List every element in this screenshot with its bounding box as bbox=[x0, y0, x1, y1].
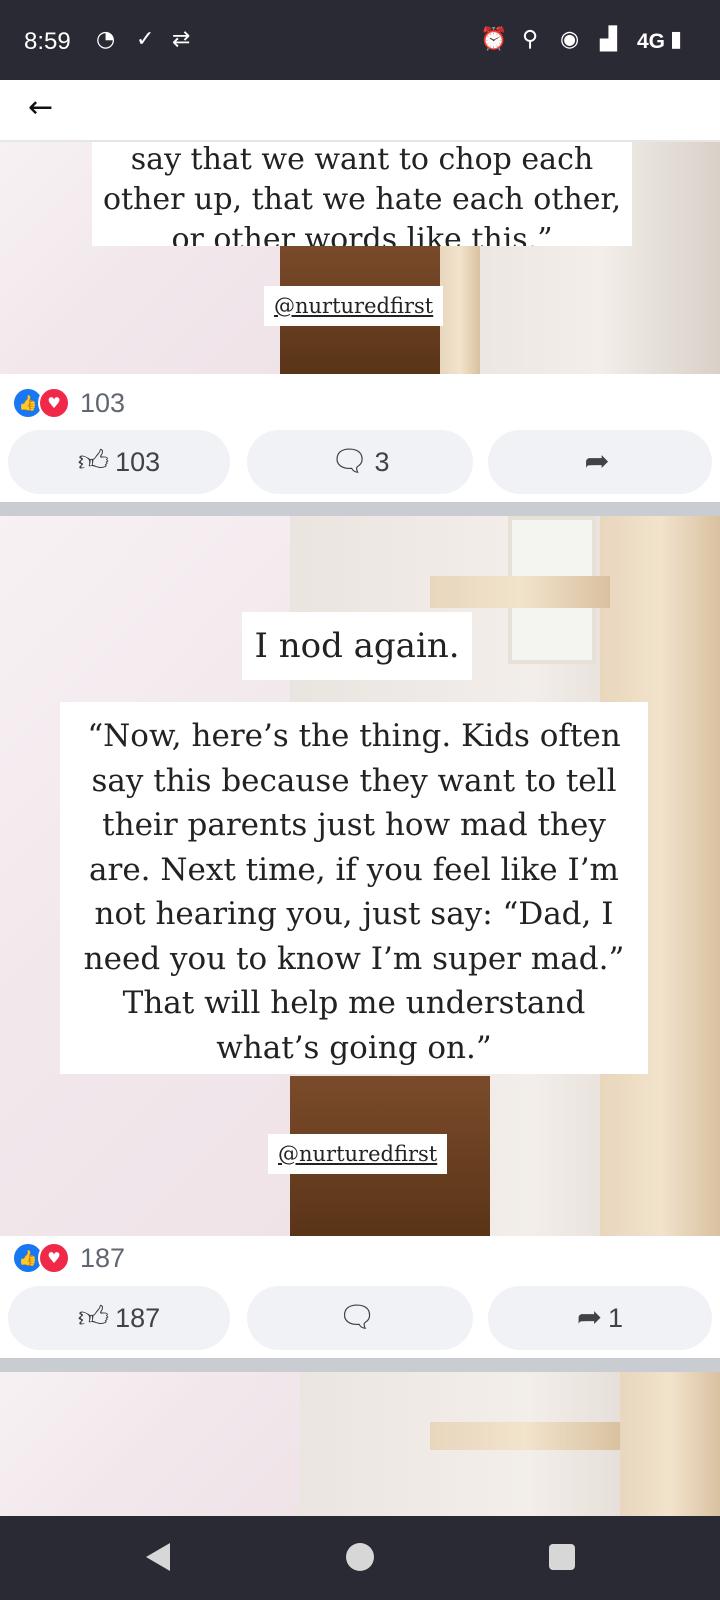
love-reaction-icon: ♥ bbox=[38, 387, 70, 419]
alarm-icon: ⏰ bbox=[480, 27, 508, 52]
love-reaction-icon: ♥ bbox=[38, 1242, 70, 1274]
location-icon: ⚲ bbox=[522, 27, 539, 52]
sweater bbox=[0, 1372, 300, 1516]
signal-icon: ▟ bbox=[600, 27, 617, 52]
post-caption: I nod again. bbox=[242, 612, 472, 680]
data-transfer-icon: ⇄ bbox=[172, 27, 191, 52]
share-button[interactable]: ➦ 1 bbox=[488, 1286, 712, 1350]
like-button[interactable]: 👍︎ 187 bbox=[8, 1286, 230, 1350]
comment-icon: 🗨︎ bbox=[330, 445, 369, 478]
app-bar: ← bbox=[0, 80, 720, 142]
nav-recents-icon[interactable] bbox=[549, 1544, 575, 1570]
window-sill bbox=[430, 576, 610, 608]
clock: 8:59 bbox=[24, 28, 71, 55]
share-button[interactable]: ➦ bbox=[488, 430, 712, 494]
reaction-summary[interactable]: 👍 ♥ 103 bbox=[12, 387, 125, 419]
post-quote: say that we want to chop each other up, … bbox=[92, 142, 632, 246]
share-icon: ➦ bbox=[576, 1301, 603, 1334]
messenger-icon: ◔ bbox=[96, 27, 116, 52]
comment-icon: 🗨︎ bbox=[337, 1301, 377, 1334]
comment-button[interactable]: 🗨︎ bbox=[247, 1286, 473, 1350]
share-count: 1 bbox=[608, 1302, 624, 1333]
thumbs-up-icon: 👍︎ bbox=[77, 1301, 110, 1334]
battery-icon: ▮ bbox=[670, 27, 683, 52]
post-handle: @nurturedfirst bbox=[268, 1134, 448, 1174]
post-image[interactable]: say that we want to chop each other up, … bbox=[0, 142, 720, 374]
like-count: 187 bbox=[115, 1302, 161, 1333]
like-count: 103 bbox=[115, 446, 161, 477]
comment-button[interactable]: 🗨︎ 3 bbox=[247, 430, 473, 494]
comment-count: 3 bbox=[374, 446, 390, 477]
like-button[interactable]: 👍︎ 103 bbox=[8, 430, 230, 494]
reaction-count: 103 bbox=[80, 387, 126, 418]
window-sill bbox=[430, 1422, 620, 1450]
status-bar: 8:59 ◔ ✓ ⇄ ⏰ ⚲ ◉ ▟ 4G ▮ bbox=[0, 0, 720, 80]
share-icon: ➦ bbox=[584, 445, 610, 478]
check-icon: ✓ bbox=[136, 27, 155, 52]
nav-back-icon[interactable] bbox=[146, 1543, 170, 1571]
reaction-count: 187 bbox=[80, 1242, 126, 1273]
post-image[interactable] bbox=[0, 1372, 720, 1516]
hotspot-icon: ◉ bbox=[560, 27, 580, 52]
window-trim bbox=[620, 1372, 720, 1516]
back-arrow-icon[interactable]: ← bbox=[28, 90, 53, 125]
reaction-summary[interactable]: 👍 ♥ 187 bbox=[12, 1242, 125, 1274]
system-nav-bar bbox=[0, 1516, 720, 1600]
post-divider bbox=[0, 1358, 720, 1372]
post-quote: “Now, here’s the thing. Kids often say t… bbox=[60, 702, 648, 1074]
nav-home-icon[interactable] bbox=[346, 1543, 374, 1571]
post-image[interactable]: I nod again. “Now, here’s the thing. Kid… bbox=[0, 516, 720, 1236]
thumbs-up-icon: 👍︎ bbox=[77, 445, 110, 478]
network-type: 4G bbox=[637, 30, 666, 53]
post-divider bbox=[0, 502, 720, 516]
post-handle: @nurturedfirst bbox=[264, 286, 444, 326]
